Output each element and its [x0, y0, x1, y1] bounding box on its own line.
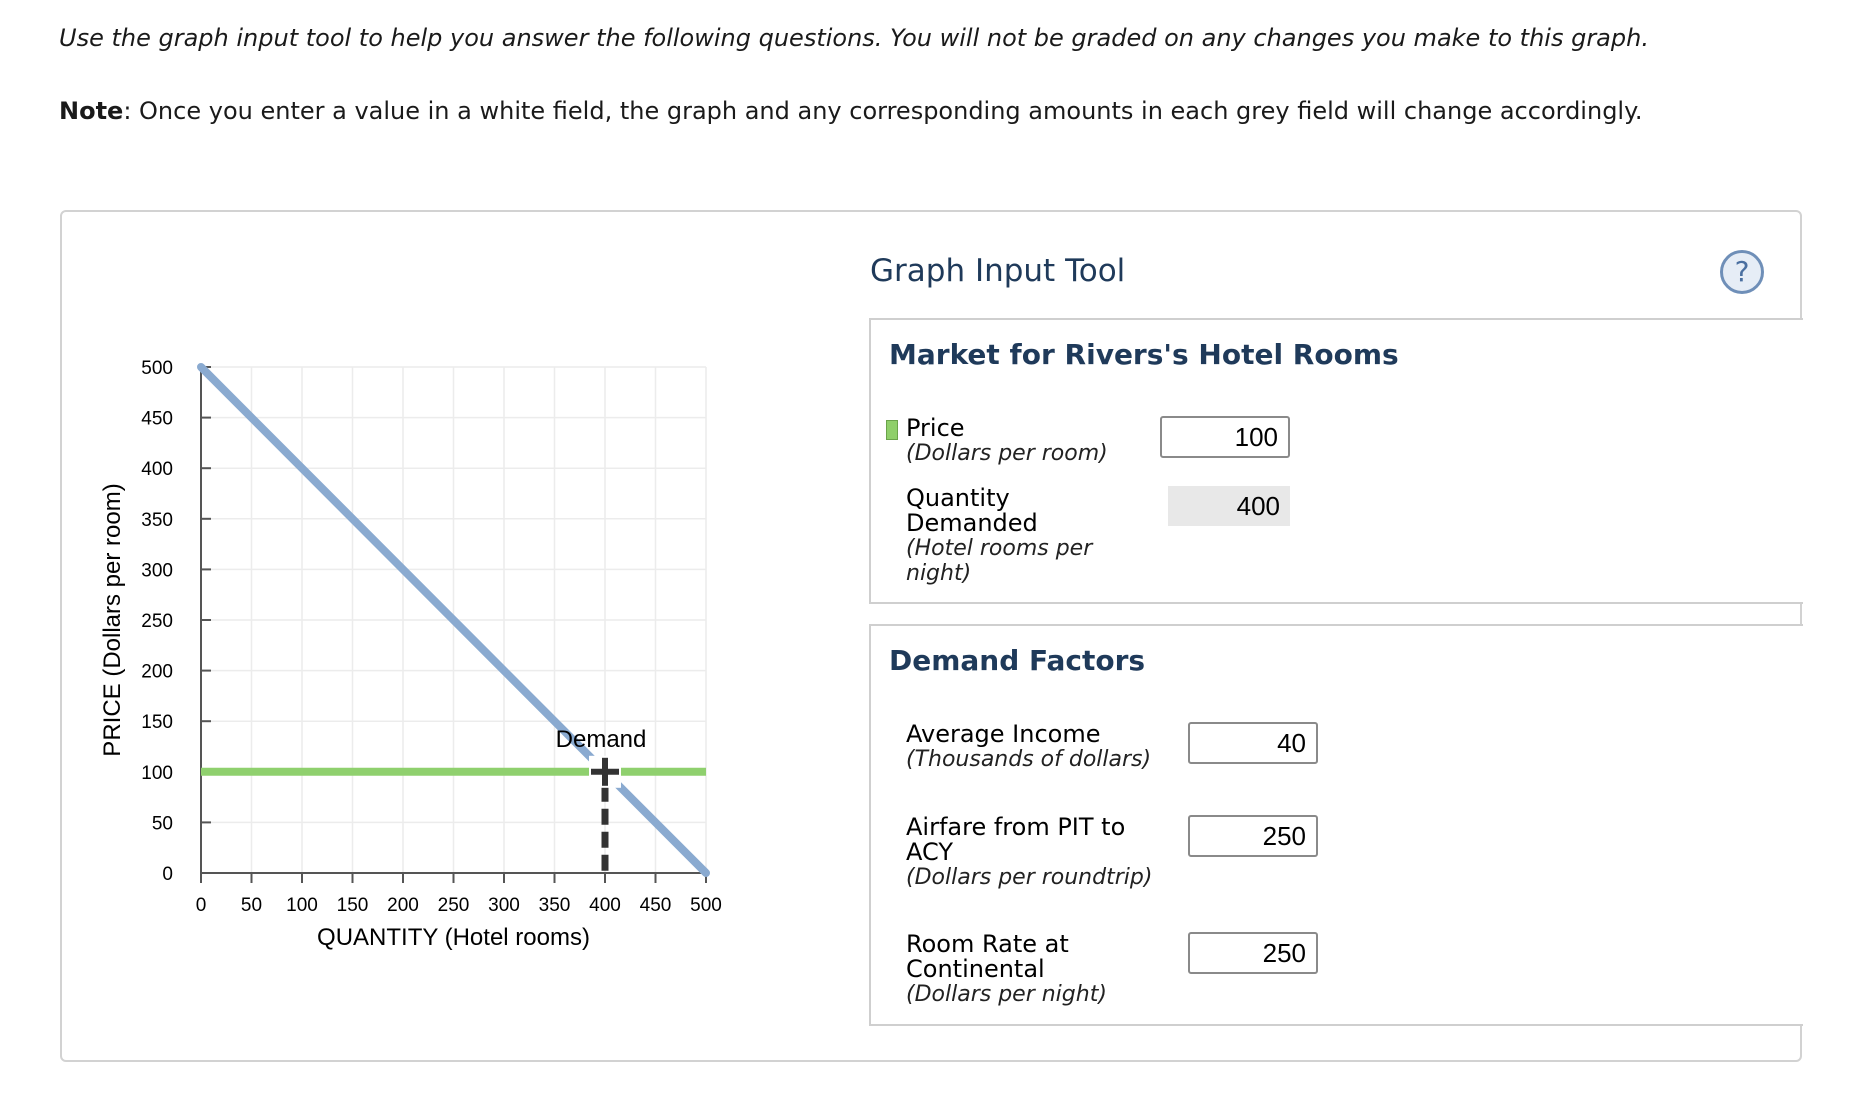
y-tick-label: 400 — [141, 459, 173, 480]
average-income-label: Average Income (Thousands of dollars) — [906, 720, 1156, 773]
income-unit: (Thousands of dollars) — [906, 747, 1152, 772]
average-income-input[interactable]: 40 — [1188, 722, 1318, 764]
rate-label-text: Room Rate at Continental — [906, 930, 1069, 983]
question-circle-icon[interactable]: ? — [1720, 250, 1764, 294]
y-tick-label: 50 — [152, 813, 173, 834]
x-tick-label: 500 — [690, 895, 722, 916]
x-tick-label: 300 — [488, 895, 520, 916]
room-rate-label: Room Rate at Continental (Dollars per ni… — [906, 930, 1156, 1008]
airfare-label: Airfare from PIT to ACY (Dollars per rou… — [906, 813, 1156, 891]
y-tick-label: 300 — [141, 560, 173, 581]
chart-ticks: 0 50 100 150 200 250 300 350 400 450 500 0 50 100 150 2… — [141, 358, 722, 916]
x-tick-label: 400 — [589, 895, 621, 916]
quantity-demanded-value: 400 — [1168, 486, 1290, 526]
y-tick-label: 250 — [141, 611, 173, 632]
y-tick-label: 150 — [141, 712, 173, 733]
airfare-unit: (Dollars per roundtrip) — [906, 865, 1153, 890]
demand-factors-title: Demand Factors — [889, 644, 1146, 677]
qd-label-text: Quantity Demanded — [906, 484, 1038, 537]
income-label-text: Average Income — [906, 720, 1101, 748]
airfare-input[interactable]: 250 — [1188, 815, 1318, 857]
x-axis-label: QUANTITY (Hotel rooms) — [317, 924, 590, 951]
x-tick-label: 450 — [640, 895, 672, 916]
qd-unit: (Hotel rooms per night) — [906, 536, 1093, 586]
y-tick-label: 500 — [141, 358, 173, 379]
x-tick-label: 50 — [241, 895, 262, 916]
y-tick-label: 100 — [141, 763, 173, 784]
y-tick-label: 350 — [141, 510, 173, 531]
price-label-text: Price — [906, 414, 965, 442]
x-tick-label: 150 — [337, 895, 369, 916]
graph-input-tool-title: Graph Input Tool — [870, 253, 1126, 289]
y-tick-label: 200 — [141, 662, 173, 683]
market-title: Market for Rivers's Hotel Rooms — [889, 338, 1399, 371]
price-unit: (Dollars per room) — [906, 441, 1108, 466]
rate-unit: (Dollars per night) — [906, 982, 1107, 1007]
price-legend-swatch — [886, 420, 898, 440]
y-tick-label: 450 — [141, 409, 173, 430]
price-label: Price (Dollars per room) — [906, 414, 1146, 467]
x-tick-label: 200 — [387, 895, 419, 916]
x-tick-label: 250 — [438, 895, 470, 916]
room-rate-input[interactable]: 250 — [1188, 932, 1318, 974]
airfare-label-text: Airfare from PIT to ACY — [906, 813, 1126, 866]
x-tick-label: 100 — [286, 895, 318, 916]
demand-series-label: Demand — [556, 726, 647, 753]
quantity-demanded-label: Quantity Demanded (Hotel rooms per night… — [906, 484, 1136, 587]
y-tick-label: 0 — [162, 864, 173, 885]
y-axis-label: PRICE (Dollars per room) — [99, 483, 126, 756]
x-tick-label: 0 — [196, 895, 207, 916]
price-input[interactable]: 100 — [1160, 416, 1290, 458]
x-tick-label: 350 — [539, 895, 571, 916]
